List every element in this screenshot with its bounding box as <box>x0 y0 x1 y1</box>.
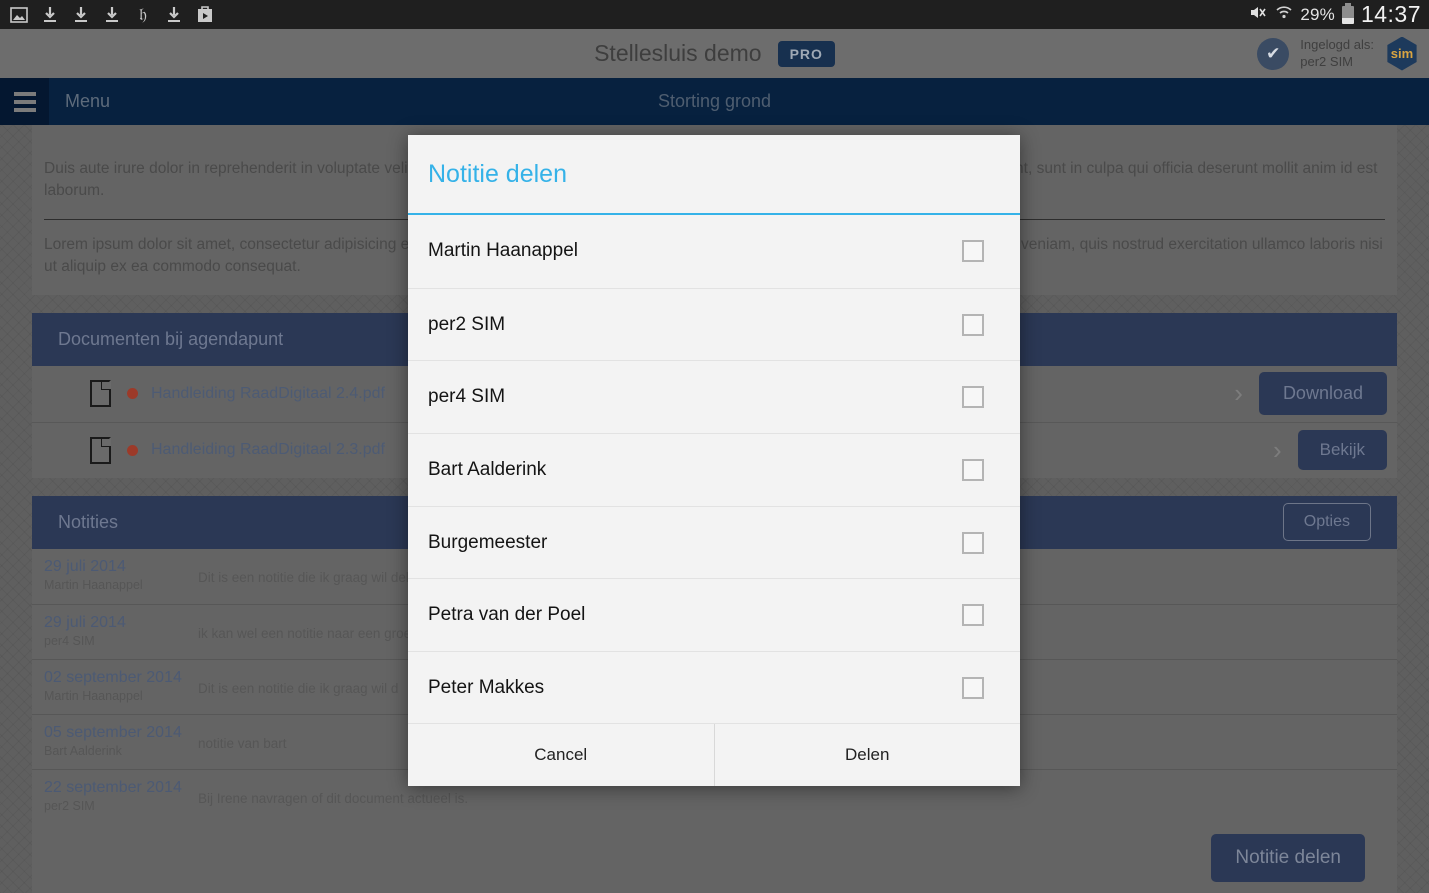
check-icon: ✔ <box>1257 37 1290 70</box>
battery-percent: 29% <box>1300 4 1335 24</box>
status-bar-notification-icons: 𝔥 <box>6 4 218 26</box>
nyt-icon: 𝔥 <box>139 4 147 24</box>
options-button[interactable]: Opties <box>1282 503 1371 542</box>
documents-section-title: Documenten bij agendapunt <box>58 328 284 349</box>
sim-logo-icon: sim <box>1387 36 1417 71</box>
notes-footer-actions: Notitie delen <box>32 823 1397 893</box>
download-button[interactable]: Download <box>1258 372 1387 416</box>
recipient-checkbox[interactable] <box>962 386 984 409</box>
recipient-name: per2 SIM <box>428 313 506 335</box>
share-note-dialog: Notitie delen Martin Haanappel per2 SIM … <box>408 135 1020 786</box>
recipient-name: Burgemeester <box>428 531 548 553</box>
recipient-list: Martin Haanappel per2 SIM per4 SIM Bart … <box>408 215 1020 723</box>
nav-page-title: Storting grond <box>657 91 772 111</box>
recipient-item[interactable]: Martin Haanappel <box>408 215 1020 288</box>
image-icon <box>6 4 32 26</box>
recipient-item[interactable]: Peter Makkes <box>408 651 1020 723</box>
dialog-header: Notitie delen <box>408 135 1020 215</box>
note-date: 22 september 2014 <box>44 778 182 796</box>
login-label: Ingelogd als: <box>1300 37 1374 53</box>
document-name[interactable]: Handleiding RaadDigitaal 2.3.pdf <box>151 441 385 459</box>
note-text: Dit is een notitie die ik graag wil d <box>198 680 399 696</box>
recipient-item[interactable]: Bart Aalderink <box>408 433 1020 506</box>
download-icon <box>99 4 125 26</box>
recipient-checkbox[interactable] <box>962 313 984 336</box>
recipient-name: Bart Aalderink <box>428 458 547 480</box>
note-author: Bart Aalderink <box>44 744 122 759</box>
recipient-checkbox[interactable] <box>962 604 984 627</box>
note-text: notitie van bart <box>198 735 287 751</box>
note-date: 29 juli 2014 <box>44 613 126 631</box>
clock: 14:37 <box>1360 1 1421 27</box>
note-meta: 22 september 2014 per2 SIM <box>44 779 198 815</box>
dialog-title: Notitie delen <box>428 159 567 188</box>
note-author: per4 SIM <box>44 634 95 649</box>
chevron-right-icon: › <box>1234 378 1243 409</box>
unread-dot-icon <box>127 444 138 456</box>
login-status[interactable]: ✔ Ingelogd als: per2 SIM sim <box>1257 29 1429 78</box>
note-date: 29 juli 2014 <box>44 557 126 575</box>
share-confirm-button[interactable]: Delen <box>713 724 1020 786</box>
app-root: 𝔥 29% 14:37 Stellesluis demo PRO ✔ Ingel… <box>0 0 1429 893</box>
download-icon <box>68 4 94 26</box>
note-meta: 29 juli 2014 Martin Haanappel <box>44 558 198 594</box>
login-user: per2 SIM <box>1300 53 1354 69</box>
login-text: Ingelogd als: per2 SIM <box>1300 37 1374 70</box>
page-title: Stellesluis demo <box>594 40 762 66</box>
status-bar: 𝔥 29% 14:37 <box>0 0 1429 29</box>
document-name[interactable]: Handleiding RaadDigitaal 2.4.pdf <box>151 385 385 403</box>
file-icon <box>90 436 111 464</box>
share-note-button[interactable]: Notitie delen <box>1211 833 1365 882</box>
download-icon <box>37 4 63 26</box>
file-icon <box>90 380 111 408</box>
note-meta: 05 september 2014 Bart Aalderink <box>44 724 198 760</box>
note-author: per2 SIM <box>44 799 95 814</box>
pro-badge: PRO <box>777 40 835 67</box>
recipient-checkbox[interactable] <box>962 240 984 263</box>
view-button[interactable]: Bekijk <box>1297 430 1387 471</box>
note-author: Martin Haanappel <box>44 689 143 704</box>
recipient-name: per4 SIM <box>428 386 506 408</box>
dialog-footer: Cancel Delen <box>408 723 1020 786</box>
chevron-right-icon: › <box>1272 434 1282 465</box>
play-store-icon <box>192 4 218 26</box>
note-meta: 02 september 2014 Martin Haanappel <box>44 669 198 705</box>
app-header: Stellesluis demo PRO ✔ Ingelogd als: per… <box>0 29 1429 78</box>
status-bar-system-icons: 29% 14:37 <box>1248 1 1421 28</box>
wifi-icon <box>1275 4 1293 26</box>
unread-dot-icon <box>127 388 138 400</box>
recipient-checkbox[interactable] <box>962 458 984 481</box>
download-icon <box>161 4 187 26</box>
note-author: Martin Haanappel <box>44 578 143 593</box>
battery-icon <box>1341 2 1354 24</box>
recipient-name: Petra van der Poel <box>428 604 586 626</box>
recipient-item[interactable]: Burgemeester <box>408 505 1020 579</box>
recipient-checkbox[interactable] <box>962 531 984 554</box>
note-date: 02 september 2014 <box>44 668 182 686</box>
recipient-name: Peter Makkes <box>428 676 545 698</box>
note-meta: 29 juli 2014 per4 SIM <box>44 614 198 650</box>
notes-section-title: Notities <box>58 511 119 532</box>
recipient-item[interactable]: per4 SIM <box>408 360 1020 433</box>
cancel-button[interactable]: Cancel <box>408 724 714 786</box>
recipient-name: Martin Haanappel <box>428 240 578 262</box>
recipient-item[interactable]: per2 SIM <box>408 287 1020 361</box>
note-date: 05 september 2014 <box>44 723 182 741</box>
nav-bar: Menu Storting grond <box>0 78 1429 125</box>
mute-vibrate-icon <box>1248 4 1268 26</box>
recipient-checkbox[interactable] <box>962 676 984 699</box>
recipient-item[interactable]: Petra van der Poel <box>408 578 1020 651</box>
